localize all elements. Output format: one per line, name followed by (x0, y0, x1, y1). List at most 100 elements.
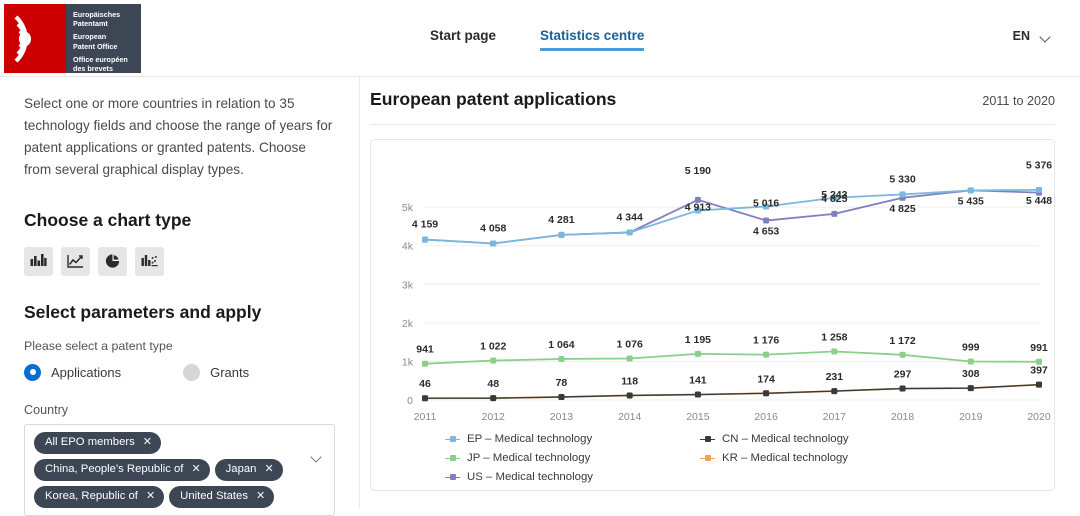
svg-text:1 022: 1 022 (480, 341, 506, 353)
svg-text:5k: 5k (402, 202, 414, 214)
logo-de-1: Europäisches (73, 10, 121, 19)
chip-label: United States (180, 490, 248, 503)
patent-type-radio-group: Applications Grants (24, 363, 335, 381)
chip-korea[interactable]: Korea, Republic of ✕ (34, 486, 165, 509)
chip-label: Korea, Republic of (45, 490, 138, 503)
legend-item-us[interactable]: US – Medical technology (445, 471, 700, 483)
epo-logo[interactable]: Europäisches Patentamt European Patent O… (4, 4, 141, 73)
chart-type-heading: Choose a chart type (24, 209, 192, 230)
close-icon[interactable]: ✕ (143, 435, 152, 450)
parameters-heading: Select parameters and apply (24, 301, 262, 322)
svg-text:308: 308 (962, 368, 980, 380)
svg-text:0: 0 (407, 395, 413, 407)
country-chip-list: All EPO members ✕ China, People's Republ… (34, 431, 300, 509)
country-label: Country (24, 402, 69, 417)
language-selector[interactable]: EN (1013, 29, 1052, 43)
svg-text:2016: 2016 (754, 411, 778, 423)
svg-text:231: 231 (826, 371, 844, 383)
radio-grants-label: Grants (210, 364, 250, 380)
svg-text:48: 48 (487, 378, 499, 390)
chip-label: All EPO members (45, 435, 135, 448)
chart-card: 0 1k 2k 3k 4k 5k 2011 2012 2013 2014 2015 2016 2017 2… (370, 139, 1055, 491)
svg-text:2017: 2017 (823, 411, 847, 423)
svg-text:4 825: 4 825 (821, 193, 847, 205)
close-icon[interactable]: ✕ (191, 462, 200, 477)
svg-text:5 016: 5 016 (753, 198, 779, 210)
svg-text:1 076: 1 076 (617, 338, 643, 350)
chart-year-range: 2011 to 2020 (982, 94, 1055, 108)
legend-item-jp[interactable]: JP – Medical technology (445, 452, 700, 464)
radio-applications-label: Applications (51, 364, 122, 380)
svg-text:4 653: 4 653 (753, 226, 779, 238)
legend-marker-kr (700, 454, 715, 463)
chip-japan[interactable]: Japan ✕ (214, 458, 283, 482)
svg-text:1k: 1k (402, 356, 414, 368)
pie-chart-icon[interactable] (98, 246, 127, 276)
logo-en-1: European (73, 32, 107, 42)
logo-fr-2: des brevets (73, 64, 113, 74)
svg-text:2020: 2020 (1027, 411, 1051, 423)
legend-item-cn[interactable]: CN – Medical technology (700, 433, 955, 445)
legend-item-kr[interactable]: KR – Medical technology (700, 452, 955, 464)
line-chart-icon[interactable] (61, 246, 90, 276)
svg-text:4 913: 4 913 (685, 201, 711, 213)
svg-text:174: 174 (757, 373, 775, 385)
chip-label: Japan (225, 462, 257, 475)
svg-text:2015: 2015 (686, 411, 710, 423)
page-title: European patent applications (370, 89, 617, 109)
close-icon[interactable]: ✕ (146, 489, 155, 504)
svg-text:1 195: 1 195 (685, 334, 711, 346)
svg-text:5 376: 5 376 (1026, 160, 1052, 172)
legend-marker-us (445, 473, 460, 482)
epo-logo-mark (4, 4, 66, 73)
svg-text:4 825: 4 825 (889, 203, 915, 215)
svg-text:118: 118 (621, 375, 638, 387)
svg-text:941: 941 (416, 344, 434, 356)
svg-text:5 190: 5 190 (685, 165, 711, 177)
close-icon[interactable]: ✕ (264, 462, 273, 477)
svg-text:2011: 2011 (414, 411, 437, 423)
radio-grants[interactable]: Grants (183, 363, 250, 381)
svg-text:297: 297 (894, 369, 912, 381)
chevron-down-icon[interactable] (312, 453, 323, 460)
svg-text:5 435: 5 435 (958, 195, 984, 207)
logo-de-2: Patentamt (73, 19, 108, 29)
svg-text:78: 78 (556, 377, 568, 389)
country-multiselect[interactable]: All EPO members ✕ China, People's Republ… (24, 423, 335, 516)
nav-item-statistics-centre[interactable]: Statistics centre (540, 28, 645, 51)
chip-all-epo-members[interactable]: All EPO members ✕ (34, 431, 161, 454)
svg-text:3k: 3k (402, 279, 414, 291)
svg-text:2018: 2018 (891, 411, 915, 423)
site-header: Europäisches Patentamt European Patent O… (0, 0, 1080, 77)
nav-item-start-page[interactable]: Start page (430, 28, 496, 51)
patent-type-label: Please select a patent type (24, 338, 173, 353)
chip-united-states[interactable]: United States ✕ (169, 486, 275, 509)
radio-applications[interactable]: Applications (24, 363, 122, 381)
chevron-down-icon (1041, 33, 1052, 40)
svg-text:1 064: 1 064 (548, 339, 574, 351)
legend-label-ep: EP – Medical technology (467, 433, 593, 445)
chart-type-selector (24, 246, 335, 276)
svg-text:2014: 2014 (618, 411, 642, 423)
svg-text:2012: 2012 (482, 411, 506, 423)
svg-text:1 172: 1 172 (889, 335, 915, 347)
chip-label: China, People's Republic of (45, 462, 184, 475)
chip-china[interactable]: China, People's Republic of ✕ (34, 458, 210, 482)
main-navigation: Start page Statistics centre (430, 28, 645, 51)
close-icon[interactable]: ✕ (256, 489, 265, 504)
legend-marker-jp (445, 454, 460, 463)
svg-text:1 258: 1 258 (821, 331, 847, 343)
svg-text:991: 991 (1030, 342, 1048, 354)
language-selector-value: EN (1012, 29, 1030, 43)
svg-text:141: 141 (689, 375, 707, 387)
svg-text:4 159: 4 159 (412, 219, 438, 231)
radio-grants-indicator (183, 363, 201, 381)
mixed-chart-icon[interactable] (135, 246, 164, 276)
legend-item-ep[interactable]: EP – Medical technology (445, 433, 700, 445)
svg-text:46: 46 (419, 378, 431, 390)
svg-text:2k: 2k (402, 318, 414, 330)
logo-en-2: Patent Office (73, 41, 118, 51)
legend-label-jp: JP – Medical technology (467, 452, 591, 464)
bar-chart-icon[interactable] (24, 246, 53, 276)
line-chart[interactable]: 0 1k 2k 3k 4k 5k 2011 2012 2013 2014 2015 2016 2017 2… (371, 140, 1054, 430)
